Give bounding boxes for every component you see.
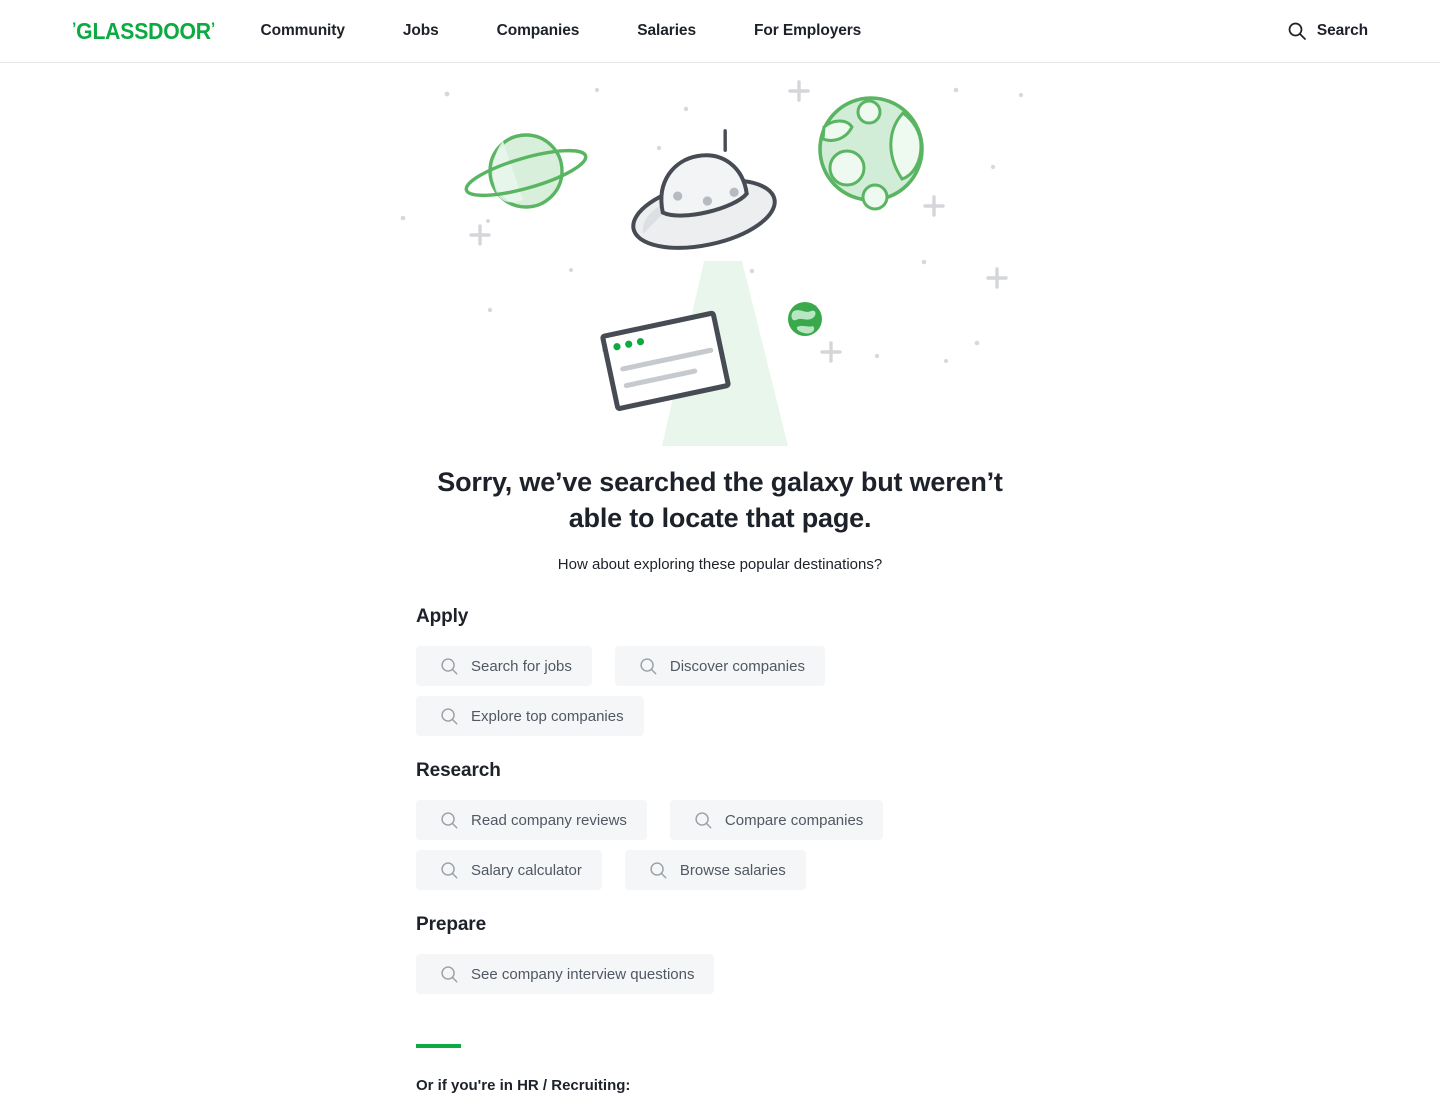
crater-planet <box>818 96 924 211</box>
section-research-chips: Read company reviews Compare companies S… <box>416 800 976 890</box>
chip-browse-salaries[interactable]: Browse salaries <box>624 850 806 890</box>
green-divider <box>416 1044 461 1048</box>
search-icon <box>441 657 458 674</box>
page-headline: Sorry, we’ve searched the galaxy but wer… <box>437 467 1003 533</box>
hr-block-title: Or if you're in HR / Recruiting: <box>416 1077 631 1094</box>
logo-quote-right: ’ <box>210 18 216 38</box>
search-icon <box>695 811 712 828</box>
logo-wordmark: GLASSDOOR <box>76 17 211 44</box>
section-apply-chips: Search for jobs Discover companies Explo… <box>416 646 976 736</box>
search-icon <box>441 861 458 878</box>
chip-label: Salary calculator <box>471 861 582 879</box>
search-icon <box>1288 22 1306 40</box>
chip-salary-calculator[interactable]: Salary calculator <box>416 850 602 890</box>
chip-see-company-interview-questions[interactable]: See company interview questions <box>416 954 715 994</box>
search-icon <box>441 707 458 724</box>
chip-compare-companies[interactable]: Compare companies <box>669 800 884 840</box>
chip-search-for-jobs[interactable]: Search for jobs <box>416 646 592 686</box>
search-icon <box>650 861 667 878</box>
chip-label: Compare companies <box>724 811 864 829</box>
search-icon <box>441 965 458 982</box>
chip-label: See company interview questions <box>471 965 695 983</box>
nav-community[interactable]: Community <box>261 22 374 40</box>
chip-explore-top-companies[interactable]: Explore top companies <box>416 696 644 736</box>
chip-label: Read company reviews <box>471 811 627 829</box>
ufo <box>631 129 777 250</box>
section-apply: Apply Search for jobs Discover companies <box>416 606 1440 736</box>
nav-for-employers[interactable]: For Employers <box>725 22 890 40</box>
space-404-illustration <box>390 71 1050 446</box>
chip-label: Browse salaries <box>679 861 786 879</box>
section-research: Research Read company reviews Compare co… <box>416 760 1440 890</box>
section-apply-title: Apply <box>416 606 469 627</box>
chip-read-company-reviews[interactable]: Read company reviews <box>416 800 647 840</box>
nav-companies[interactable]: Companies <box>468 22 609 40</box>
chip-label: Search for jobs <box>471 657 572 675</box>
nav-jobs[interactable]: Jobs <box>374 22 468 40</box>
section-prepare-chips: See company interview questions <box>416 954 976 994</box>
section-prepare-title: Prepare <box>416 914 487 935</box>
search-icon <box>640 657 657 674</box>
section-research-title: Research <box>416 760 501 781</box>
destination-sections: Apply Search for jobs Discover companies <box>0 606 1440 1118</box>
search-icon <box>441 811 458 828</box>
site-header: ’GLASSDOOR’ Community Jobs Companies Sal… <box>0 0 1440 63</box>
header-search-label: Search <box>1316 22 1368 39</box>
chip-label: Explore top companies <box>471 707 624 725</box>
page-main: Sorry, we’ve searched the galaxy but wer… <box>0 63 1440 1118</box>
saturn-planet <box>464 133 588 209</box>
small-globe <box>788 302 822 336</box>
glassdoor-logo[interactable]: ’GLASSDOOR’ <box>72 18 215 45</box>
header-search-button[interactable]: Search <box>1287 21 1368 41</box>
nav-salaries[interactable]: Salaries <box>608 22 725 40</box>
chip-discover-companies[interactable]: Discover companies <box>614 646 825 686</box>
chip-label: Discover companies <box>669 657 805 675</box>
page-subhead: How about exploring these popular destin… <box>557 556 883 573</box>
section-prepare: Prepare See company interview questions <box>416 914 1440 994</box>
primary-nav: Community Jobs Companies Salaries For Em… <box>261 22 891 40</box>
